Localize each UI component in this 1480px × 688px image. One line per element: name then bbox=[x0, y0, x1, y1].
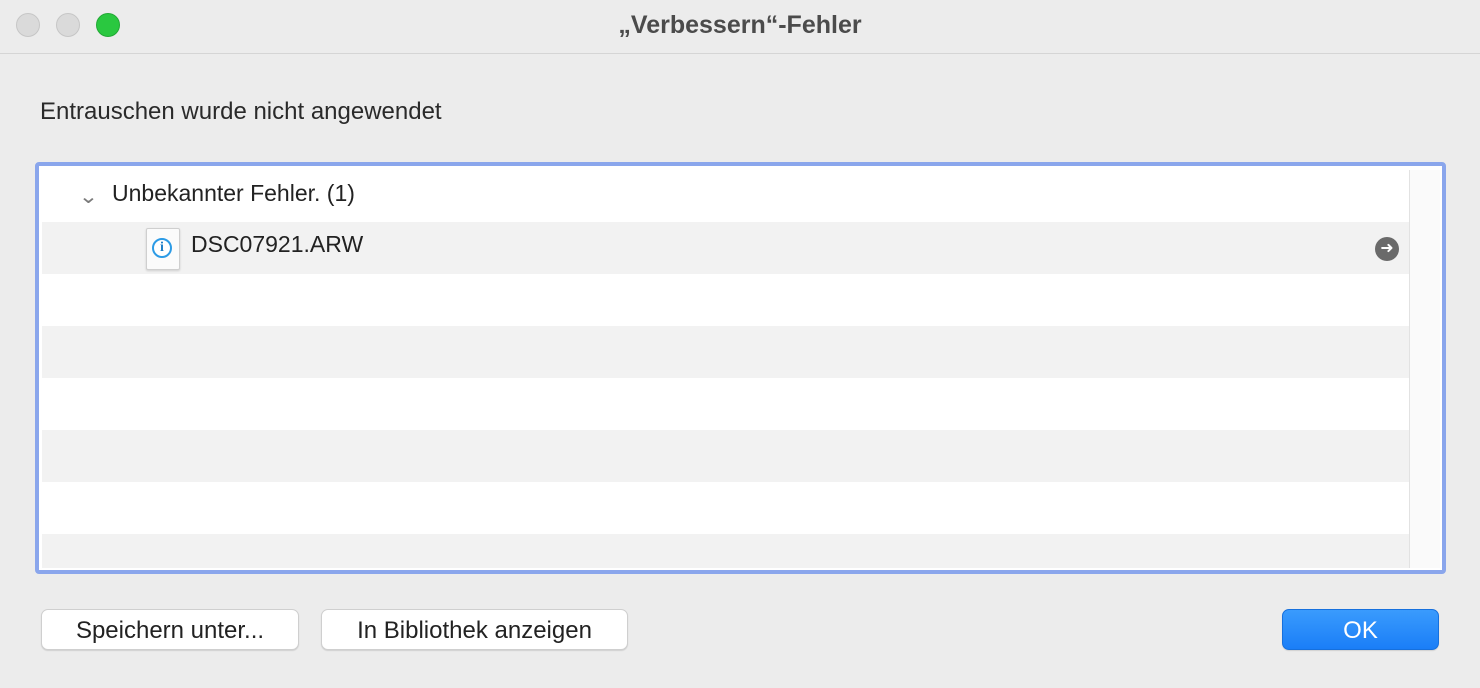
error-file-label: DSC07921.ARW bbox=[191, 231, 364, 257]
raw-file-info-icon: i bbox=[146, 228, 180, 270]
title-bar: „Verbessern“-Fehler bbox=[0, 0, 1480, 54]
show-in-library-button[interactable]: In Bibliothek anzeigen bbox=[321, 609, 628, 650]
info-badge-icon: i bbox=[152, 238, 172, 258]
error-group-row[interactable]: ⌄ Unbekannter Fehler. (1) bbox=[42, 170, 1409, 222]
list-empty-row bbox=[42, 326, 1409, 378]
ok-button[interactable]: OK bbox=[1282, 609, 1439, 650]
list-empty-row bbox=[42, 534, 1409, 568]
save-as-button[interactable]: Speichern unter... bbox=[41, 609, 299, 650]
list-scrollbar[interactable] bbox=[1409, 170, 1440, 568]
list-empty-row bbox=[42, 430, 1409, 482]
list-empty-row bbox=[42, 378, 1409, 430]
reveal-arrow-icon[interactable]: ➜ bbox=[1375, 237, 1399, 261]
window-title: „Verbessern“-Fehler bbox=[618, 11, 862, 39]
error-list[interactable]: ⌄ Unbekannter Fehler. (1) i DSC07921.ARW… bbox=[35, 162, 1446, 574]
error-group-label: Unbekannter Fehler. (1) bbox=[112, 180, 355, 206]
chevron-down-icon[interactable]: ⌄ bbox=[78, 184, 98, 209]
list-empty-row bbox=[42, 274, 1409, 326]
error-list-rows: ⌄ Unbekannter Fehler. (1) i DSC07921.ARW… bbox=[42, 170, 1409, 568]
error-message: Entrauschen wurde nicht angewendet bbox=[40, 98, 442, 125]
error-dialog-window: „Verbessern“-Fehler Entrauschen wurde ni… bbox=[0, 0, 1480, 688]
error-file-row[interactable]: i DSC07921.ARW ➜ bbox=[42, 222, 1409, 274]
list-empty-row bbox=[42, 482, 1409, 534]
